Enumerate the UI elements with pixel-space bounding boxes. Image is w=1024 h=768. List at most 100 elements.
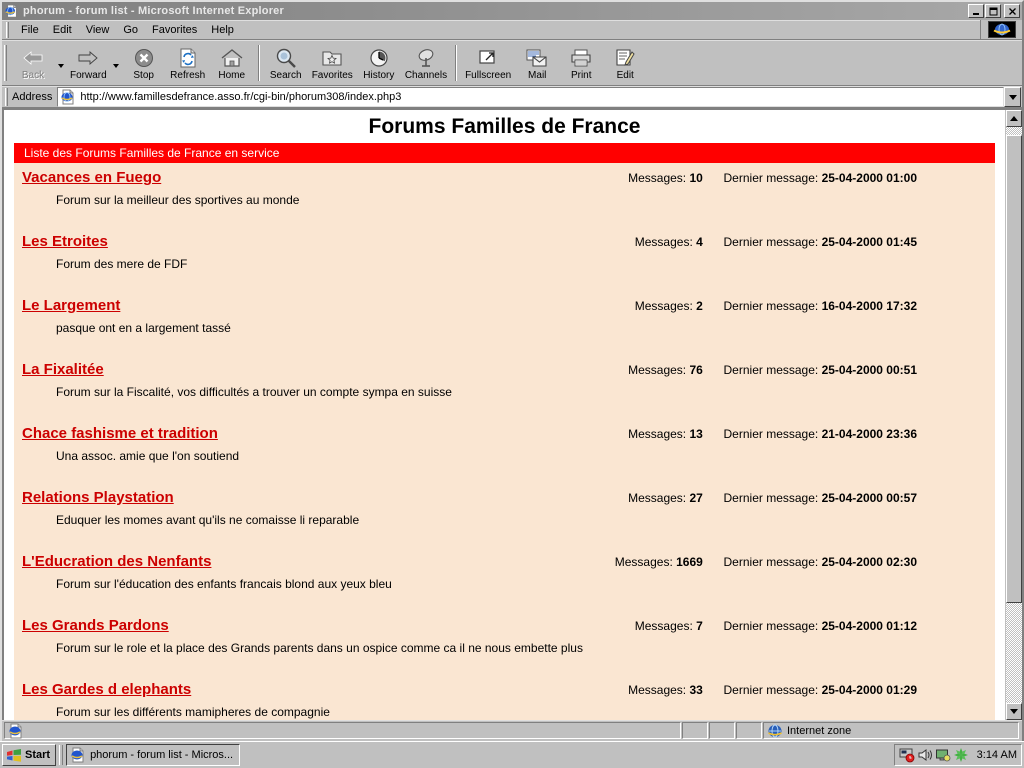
chevron-down-icon: [1009, 95, 1017, 100]
forum-meta: Messages: 76 Dernier message: 25-04-2000…: [628, 363, 917, 377]
forward-arrow-icon: [75, 47, 101, 69]
address-input[interactable]: http://www.famillesdefrance.asso.fr/cgi-…: [57, 87, 1004, 107]
vertical-scrollbar[interactable]: [1005, 110, 1022, 720]
menu-item-view[interactable]: View: [79, 23, 117, 37]
page-viewport: Forums Familles de France Liste des Foru…: [2, 108, 1022, 720]
windows-flag-icon: [6, 748, 22, 763]
messages-count: 1669: [676, 555, 703, 569]
messages-label: Messages:: [628, 427, 686, 441]
last-message-date: 25-04-2000 01:12: [822, 619, 917, 633]
status-pane-2: [709, 722, 735, 739]
forum-row: Relations Playstation Messages: 27 Derni…: [14, 483, 995, 547]
forum-link[interactable]: Les Grands Pardons: [22, 617, 169, 634]
toolbar-favorites-label: Favorites: [312, 70, 353, 81]
forum-description: Forum sur les différents mamipheres de c…: [56, 705, 995, 719]
scrollbar-thumb[interactable]: [1006, 135, 1022, 603]
scrollbar-track[interactable]: [1006, 127, 1022, 703]
toolbar-fullscreen-label: Fullscreen: [465, 70, 511, 81]
security-zone-pane[interactable]: Internet zone: [763, 722, 1019, 739]
menubar-grip[interactable]: [6, 22, 9, 38]
address-url-text: http://www.famillesdefrance.asso.fr/cgi-…: [80, 91, 401, 103]
browser-window: phorum - forum list - Microsoft Internet…: [0, 0, 1024, 741]
toolbar-stop-button[interactable]: Stop: [122, 42, 166, 84]
home-icon: [220, 47, 244, 69]
toolbar-history-label: History: [363, 70, 394, 81]
messages-label: Messages:: [628, 171, 686, 185]
forum-meta: Messages: 33 Dernier message: 25-04-2000…: [628, 683, 917, 697]
start-button[interactable]: Start: [2, 744, 56, 766]
forum-link[interactable]: Le Largement: [22, 297, 120, 314]
forum-description: Eduquer les momes avant qu'ils ne comais…: [56, 513, 995, 527]
stop-icon: [133, 47, 155, 69]
scroll-up-button[interactable]: [1006, 110, 1022, 127]
taskbar-clock[interactable]: 3:14 AM: [977, 749, 1017, 761]
menu-item-help[interactable]: Help: [204, 23, 241, 37]
menu-item-edit[interactable]: Edit: [46, 23, 79, 37]
display-icon[interactable]: [935, 747, 951, 763]
taskbar-task-button[interactable]: phorum - forum list - Micros...: [66, 744, 240, 766]
taskbar-grip[interactable]: [59, 745, 63, 765]
back-dropdown-arrow-icon[interactable]: [55, 42, 66, 84]
forum-link[interactable]: Les Etroites: [22, 233, 108, 250]
toolbar-mail-button[interactable]: Mail: [515, 42, 559, 84]
addressbar-grip[interactable]: [5, 88, 8, 106]
ie-page-icon: [8, 723, 24, 739]
address-bar: Address http://www.famillesdefrance.asso…: [2, 86, 1022, 108]
forward-dropdown-arrow-icon[interactable]: [111, 42, 122, 84]
refresh-icon: [178, 47, 198, 69]
forum-link[interactable]: Chace fashisme et tradition: [22, 425, 218, 442]
forum-description: Forum sur le role et la place des Grands…: [56, 641, 995, 655]
close-button[interactable]: [1004, 4, 1020, 18]
messages-count: 10: [689, 171, 702, 185]
forum-description: Forum sur la meilleur des sportives au m…: [56, 193, 995, 207]
forum-row: Les Gardes d elephants Messages: 33 Dern…: [14, 675, 995, 720]
web-page-content: Forums Familles de France Liste des Foru…: [4, 110, 1005, 720]
maximize-button[interactable]: [985, 4, 1001, 18]
norton-icon[interactable]: [953, 747, 969, 763]
toolbar-channels-button[interactable]: Channels: [401, 42, 451, 84]
system-tray: 3:14 AM: [894, 744, 1022, 766]
forum-row: L'Educration des Nenfants Messages: 1669…: [14, 547, 995, 611]
volume-icon[interactable]: [917, 747, 933, 763]
toolbar-refresh-button[interactable]: Refresh: [166, 42, 210, 84]
forum-row: Les Etroites Messages: 4 Dernier message…: [14, 227, 995, 291]
last-message-label: Dernier message:: [724, 491, 819, 505]
last-message-date: 25-04-2000 02:30: [822, 555, 917, 569]
last-message-date: 25-04-2000 01:00: [822, 171, 917, 185]
search-icon: [275, 47, 297, 69]
forum-link[interactable]: La Fixalitée: [22, 361, 104, 378]
ie-document-icon: [70, 747, 86, 763]
toolbar-home-button[interactable]: Home: [210, 42, 254, 84]
modem-icon[interactable]: [899, 747, 915, 763]
toolbar-history-button[interactable]: History: [357, 42, 401, 84]
forum-link[interactable]: Les Gardes d elephants: [22, 681, 191, 698]
toolbar-favorites-button[interactable]: Favorites: [308, 42, 357, 84]
toolbar-refresh-label: Refresh: [170, 70, 205, 81]
forum-link[interactable]: Vacances en Fuego: [22, 169, 161, 186]
menu-item-file[interactable]: File: [14, 23, 46, 37]
messages-label: Messages:: [635, 299, 693, 313]
toolbar-forward-label: Forward: [70, 70, 107, 81]
forum-link[interactable]: Relations Playstation: [22, 489, 174, 506]
toolbar-fullscreen-button[interactable]: Fullscreen: [461, 42, 515, 84]
toolbar-print-button[interactable]: Print: [559, 42, 603, 84]
messages-label: Messages:: [635, 235, 693, 249]
toolbar-back-button[interactable]: Back: [11, 42, 55, 84]
toolbar-forward-button[interactable]: Forward: [66, 42, 111, 84]
toolbar-grip[interactable]: [4, 45, 7, 81]
toolbar-print-label: Print: [571, 70, 592, 81]
last-message-label: Dernier message:: [724, 363, 819, 377]
toolbar-search-button[interactable]: Search: [264, 42, 308, 84]
toolbar-edit-button[interactable]: Edit: [603, 42, 647, 84]
forum-link[interactable]: L'Educration des Nenfants: [22, 553, 211, 570]
forum-meta: Messages: 4 Dernier message: 25-04-2000 …: [635, 235, 917, 249]
menu-item-go[interactable]: Go: [116, 23, 145, 37]
scroll-down-button[interactable]: [1006, 703, 1022, 720]
last-message-date: 25-04-2000 00:57: [822, 491, 917, 505]
printer-icon: [569, 47, 593, 69]
channels-satellite-icon: [415, 47, 437, 69]
address-dropdown-button[interactable]: [1004, 87, 1021, 107]
status-pane-3: [736, 722, 762, 739]
minimize-button[interactable]: [968, 4, 984, 18]
menu-item-favorites[interactable]: Favorites: [145, 23, 204, 37]
